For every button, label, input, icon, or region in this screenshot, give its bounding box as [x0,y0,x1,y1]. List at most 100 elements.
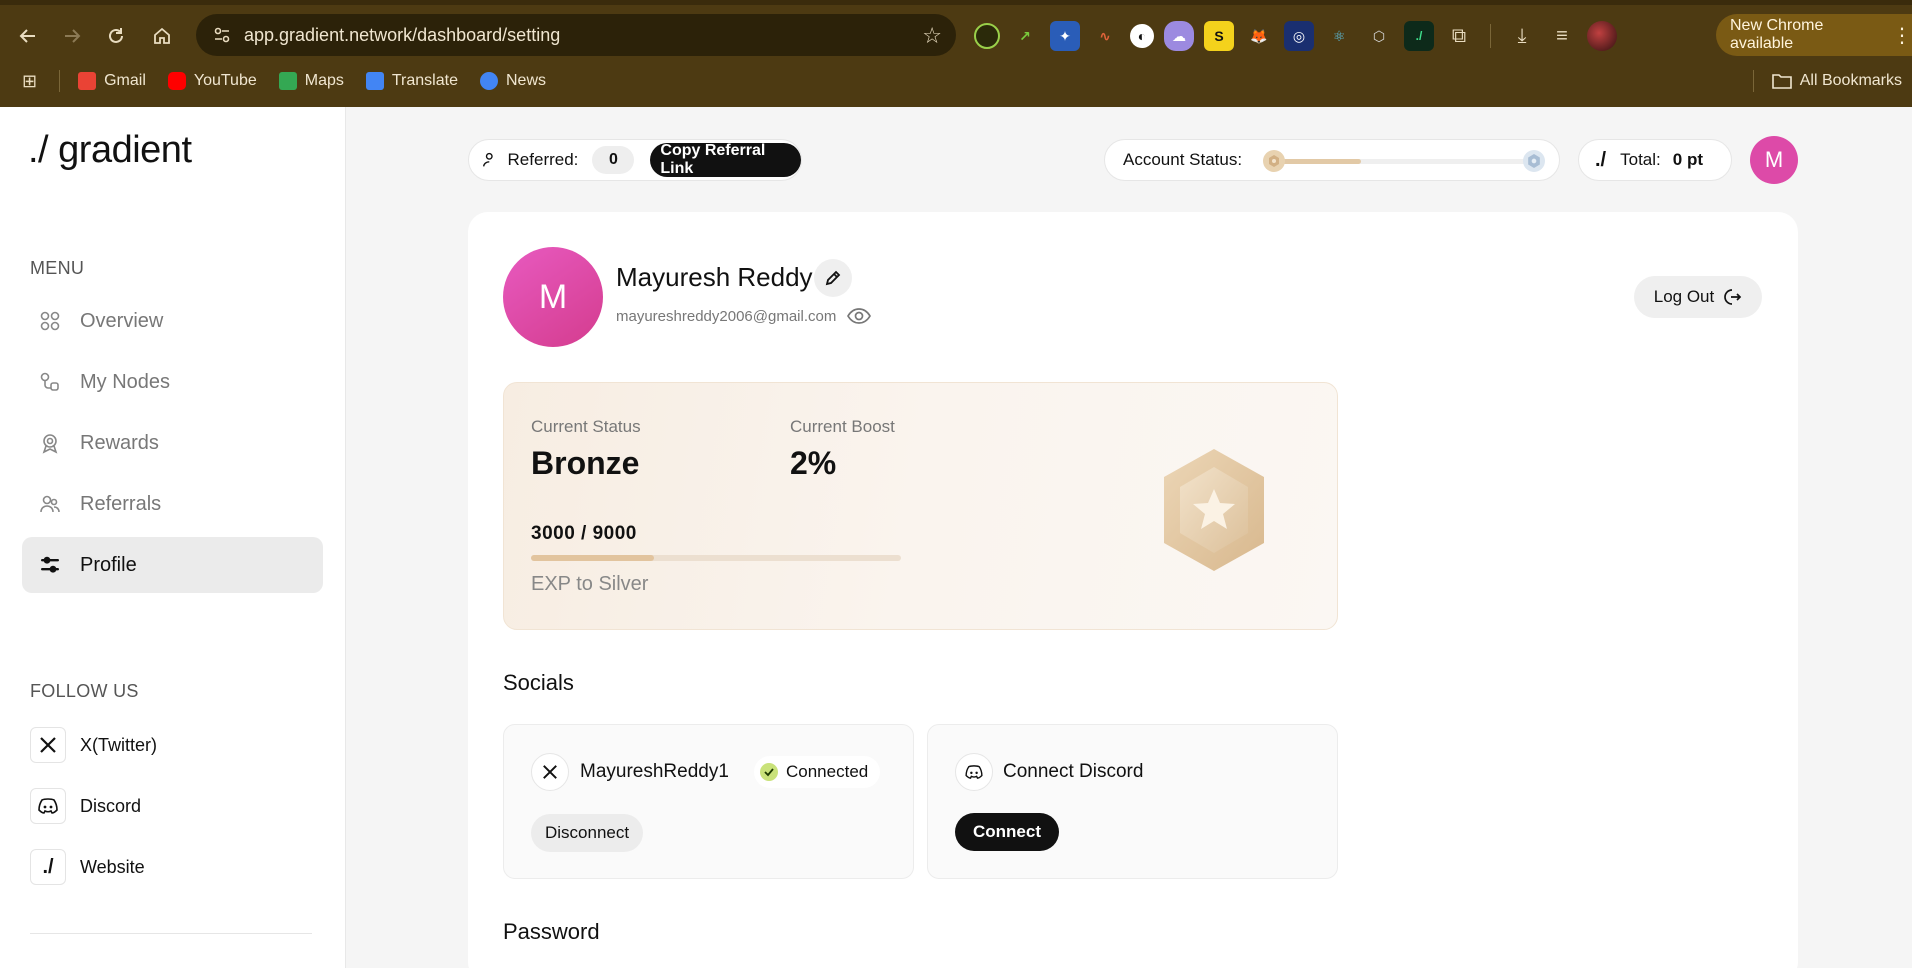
bookmark-star-icon[interactable]: ☆ [922,23,942,49]
sidebar-divider [30,933,312,934]
back-button[interactable] [12,20,44,52]
new-chrome-button[interactable]: New Chrome available ⋮ [1716,14,1912,56]
home-icon [154,27,170,44]
extension-icon[interactable]: S [1204,21,1234,51]
bronze-badge-icon [1263,150,1285,172]
media-icon[interactable]: ≡ [1547,21,1577,51]
follow-section-title: FOLLOW US [30,681,139,701]
follow-label: X(Twitter) [80,734,158,755]
bookmark-label: Maps [304,72,344,89]
translate-icon [365,72,384,90]
all-bookmarks-button[interactable]: All Bookmarks [1771,66,1902,96]
sidebar-item-rewards[interactable]: Rewards [22,415,323,471]
puzzle-icon[interactable]: ⧉ [1444,21,1474,51]
bookmark-youtube[interactable]: YouTube [167,72,257,90]
bookmark-label: YouTube [193,72,257,89]
address-bar[interactable]: app.gradient.network/dashboard/setting ☆ [196,14,956,56]
gradient-logo-icon: ./ [1595,148,1607,171]
browser-chrome: app.gradient.network/dashboard/setting ☆… [0,0,1912,107]
eye-icon[interactable] [846,305,872,327]
profile-sliders-icon [38,553,62,577]
award-icon [38,431,62,455]
silver-badge-icon [1523,150,1545,172]
disconnect-button[interactable]: Disconnect [531,814,644,852]
twitter-handle: MayureshReddy1 [580,761,729,782]
follow-label: Website [80,856,145,877]
connect-discord-button[interactable]: Connect [955,813,1059,851]
extension-icon[interactable]: ◐ [1130,24,1154,48]
referred-label: Referred: [507,150,579,169]
logout-button[interactable]: Log Out [1634,276,1762,318]
new-chrome-label: New Chrome available [1730,17,1824,52]
bronze-badge-icon [1164,449,1264,571]
reload-icon [109,28,123,43]
check-icon [760,763,778,781]
sidebar-item-label: Rewards [80,431,159,454]
status-card: Current Status Bronze Current Boost 2% 3… [503,382,1338,630]
copy-referral-button[interactable]: Copy Referral Link [650,142,801,177]
arrow-left-icon [19,29,35,43]
profile-name: Mayuresh Reddy [616,262,813,292]
download-icon[interactable]: ⤓ [1507,21,1537,51]
sidebar-item-label: Overview [80,309,164,332]
exp-progress-text: 3000 / 9000 [531,523,637,544]
sidebar-item-my-nodes[interactable]: My Nodes [22,354,323,410]
follow-website-link[interactable]: ./ Website [30,849,145,885]
bookmark-news[interactable]: News [479,72,546,90]
cube-extension-icon[interactable]: ⬡ [1364,21,1394,51]
tab-strip [0,0,1912,5]
socials-title: Socials [503,670,574,695]
extension-icon[interactable]: ∿ [1090,21,1120,51]
follow-discord-link[interactable]: Discord [30,788,141,824]
current-status-value: Bronze [531,445,640,481]
logout-label: Log Out [1653,287,1715,306]
bookmarks-bar: ⊞ Gmail YouTube Maps Translate News All … [0,66,1912,96]
folder-icon [1771,74,1792,89]
chart-extension-icon[interactable]: ↗ [1010,21,1040,51]
extension-icon[interactable] [974,23,1000,49]
sidebar-item-referrals[interactable]: Referrals [22,476,323,532]
follow-twitter-link[interactable]: X(Twitter) [30,727,157,763]
users-icon [38,492,62,516]
logout-icon [1724,289,1742,305]
sidebar-item-profile[interactable]: Profile [22,537,323,593]
gradient-logo-icon: ./ [30,849,66,885]
bookmarks-separator [1753,70,1754,92]
follow-label: Discord [80,795,142,816]
gradient-extension-icon[interactable]: ./ [1404,21,1434,51]
connected-badge: Connected [754,756,881,788]
extension-icon[interactable]: ◎ [1284,21,1314,51]
user-avatar[interactable]: M [1750,136,1798,184]
exp-caption: EXP to Silver [531,573,649,595]
apps-grid-icon[interactable]: ⊞ [22,71,37,92]
more-vert-icon[interactable]: ⋮ [1892,23,1912,48]
react-extension-icon[interactable]: ⚛ [1324,21,1354,51]
x-icon [30,727,66,763]
x-icon [531,753,569,791]
bookmark-maps[interactable]: Maps [278,72,344,90]
account-status-label: Account Status: [1123,150,1243,169]
bookmark-gmail[interactable]: Gmail [78,72,146,90]
bookmark-translate[interactable]: Translate [365,72,458,90]
connect-discord-label: Connect Discord [1003,761,1144,782]
nodes-icon [38,370,62,394]
home-button[interactable] [146,20,178,52]
youtube-icon [167,72,186,90]
extensions-bar: ↗ ✦ ∿ ◐ ☁ S 🦊 ◎ ⚛ ⬡ ./ ⧉ ⤓ ≡ [974,20,1617,52]
twitter-card: MayureshReddy1 Connected Disconnect [503,724,914,879]
user-icon [483,152,493,167]
extension-icon[interactable]: ✦ [1050,21,1080,51]
discord-icon [955,753,993,791]
grid-icon [38,309,62,333]
forward-button[interactable] [56,20,88,52]
reload-button[interactable] [100,20,132,52]
password-title: Password [503,919,600,944]
edit-name-button[interactable] [814,259,852,297]
chrome-profile-avatar[interactable] [1587,21,1617,51]
app-logo[interactable]: ./ gradient [28,129,192,172]
sidebar-item-overview[interactable]: Overview [22,293,323,349]
ghost-extension-icon[interactable]: ☁ [1164,21,1194,51]
site-info-icon[interactable] [202,14,242,56]
profile-avatar: M [503,247,603,347]
fox-extension-icon[interactable]: 🦊 [1244,21,1274,51]
